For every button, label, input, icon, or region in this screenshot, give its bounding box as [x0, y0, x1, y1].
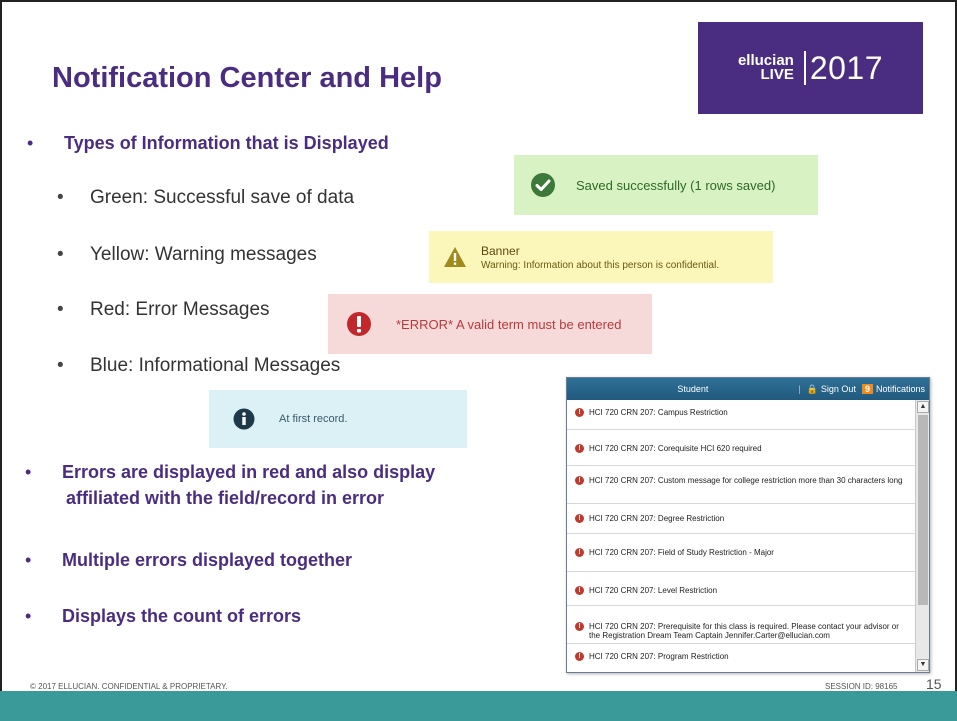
notification-item[interactable]: ! HCI 720 CRN 207: Field of Study Restri…: [567, 534, 915, 572]
error-icon: !: [575, 514, 584, 523]
footer-copyright: © 2017 ELLUCIAN. CONFIDENTIAL & PROPRIET…: [30, 682, 228, 691]
sub-bullet-text: Green: Successful save of data: [90, 187, 355, 208]
page-number: 15: [926, 676, 942, 692]
notification-text: HCI 720 CRN 207: Prerequisite for this c…: [589, 622, 899, 640]
scroll-down-arrow-icon[interactable]: ▼: [917, 659, 929, 671]
notification-item[interactable]: ! HCI 720 CRN 207: Prerequisite for this…: [567, 606, 915, 644]
error-icon: !: [575, 408, 584, 417]
sub-bullet-blue: • Blue: Informational Messages: [57, 355, 341, 377]
bullet-dot: •: [25, 550, 32, 570]
bullet-dot: •: [57, 244, 64, 265]
warning-text: Warning: Information about this person i…: [481, 259, 720, 271]
notification-text: HCI 720 CRN 207: Field of Study Restrict…: [589, 548, 774, 557]
lock-icon: 🔒: [806, 383, 818, 394]
notification-count-badge[interactable]: 9: [861, 384, 873, 394]
warning-message-body: Banner Warning: Information about this p…: [481, 244, 719, 271]
bullet-dot: •: [25, 606, 32, 626]
notification-text: HCI 720 CRN 207: Level Restriction: [589, 586, 718, 595]
sub-bullet-red: • Red: Error Messages: [57, 299, 270, 321]
sub-bullet-text: Red: Error Messages: [90, 299, 270, 320]
success-message-sample: Saved successfully (1 rows saved): [514, 155, 818, 215]
header-separator: |: [798, 384, 801, 394]
warning-triangle-icon: [444, 247, 466, 267]
sub-bullet-text: Blue: Informational Messages: [90, 355, 341, 376]
sign-out-link[interactable]: Sign Out: [821, 384, 856, 394]
error-message-text: *ERROR* A valid term must be entered: [396, 316, 622, 332]
error-icon: !: [575, 476, 584, 485]
notification-item[interactable]: ! HCI 720 CRN 207: Level Restriction: [567, 572, 915, 606]
logo-divider: [803, 51, 806, 85]
student-link[interactable]: Student: [677, 384, 708, 394]
footer-bar: [0, 691, 957, 721]
logo-brand-bottom: LIVE: [760, 66, 794, 83]
bullet-dot: •: [57, 187, 64, 208]
logo-year: 2017: [809, 49, 884, 86]
notification-item[interactable]: ! HCI 720 CRN 207: Custom message for co…: [567, 466, 915, 504]
bullet-dot: •: [27, 133, 34, 153]
bullet-count-errors: • Displays the count of errors: [25, 606, 302, 627]
scroll-thumb[interactable]: [918, 415, 928, 605]
notification-list: ! HCI 720 CRN 207: Campus Restriction ! …: [567, 400, 915, 672]
bullet-text: Types of Information that is Displayed: [64, 133, 389, 153]
error-icon: !: [575, 622, 584, 631]
notification-text: HCI 720 CRN 207: Corequisite HCI 620 req…: [589, 444, 762, 453]
error-icon: !: [575, 548, 584, 557]
success-message-text: Saved successfully (1 rows saved): [576, 177, 776, 193]
notification-item[interactable]: ! HCI 720 CRN 207: Corequisite HCI 620 r…: [567, 430, 915, 466]
bullet-text-line2: affiliated with the field/record in erro…: [66, 488, 385, 508]
notification-text: HCI 720 CRN 207: Campus Restriction: [589, 408, 728, 417]
bullet-types-of-information: • Types of Information that is Displayed: [27, 133, 389, 154]
panel-scrollbar[interactable]: ▲ ▼: [915, 400, 929, 672]
notifications-link[interactable]: Notifications: [876, 384, 925, 394]
notification-item[interactable]: ! HCI 720 CRN 207: Program Restriction: [567, 644, 915, 672]
notification-item[interactable]: ! HCI 720 CRN 207: Degree Restriction: [567, 504, 915, 534]
sub-bullet-green: • Green: Successful save of data: [57, 187, 355, 209]
warning-title: Banner: [481, 243, 520, 258]
panel-header: Student | 🔒 Sign Out 9 Notifications: [567, 378, 929, 400]
slide-title: Notification Center and Help: [52, 62, 442, 94]
notification-text: HCI 720 CRN 207: Custom message for coll…: [589, 476, 903, 485]
bullet-text: Displays the count of errors: [62, 606, 302, 626]
scroll-up-arrow-icon[interactable]: ▲: [917, 401, 929, 413]
info-message-sample: At first record.: [209, 390, 467, 448]
sub-bullet-yellow: • Yellow: Warning messages: [57, 244, 317, 266]
bullet-dot: •: [57, 299, 64, 320]
bullet-dot: •: [25, 462, 32, 482]
error-message-sample: *ERROR* A valid term must be entered: [328, 294, 652, 354]
bullet-text: Multiple errors displayed together: [62, 550, 353, 570]
bullet-errors-red: • Errors are displayed in red and also d…: [25, 459, 436, 511]
notification-text: HCI 720 CRN 207: Degree Restriction: [589, 514, 725, 523]
error-icon: !: [575, 444, 584, 453]
check-circle-icon: [531, 173, 555, 197]
notification-panel: Student | 🔒 Sign Out 9 Notifications ! H…: [566, 377, 930, 673]
info-circle-icon: [233, 408, 255, 430]
ellucian-live-logo: ellucian LIVE 2017: [698, 22, 923, 114]
footer-session-id: SESSION ID: 98165: [825, 682, 898, 691]
warning-message-sample: Banner Warning: Information about this p…: [429, 231, 773, 283]
error-icon: !: [575, 586, 584, 595]
error-icon: !: [575, 652, 584, 661]
bullet-text-line1: Errors are displayed in red and also dis…: [62, 462, 436, 482]
bullet-dot: •: [57, 355, 64, 376]
sub-bullet-text: Yellow: Warning messages: [90, 244, 317, 265]
info-message-text: At first record.: [279, 413, 348, 425]
bullet-multiple-errors: • Multiple errors displayed together: [25, 550, 353, 571]
notification-item[interactable]: ! HCI 720 CRN 207: Campus Restriction: [567, 400, 915, 430]
logo-wordmark: ellucian LIVE: [738, 53, 794, 83]
notification-text: HCI 720 CRN 207: Program Restriction: [589, 652, 729, 661]
error-circle-icon: [347, 312, 371, 336]
